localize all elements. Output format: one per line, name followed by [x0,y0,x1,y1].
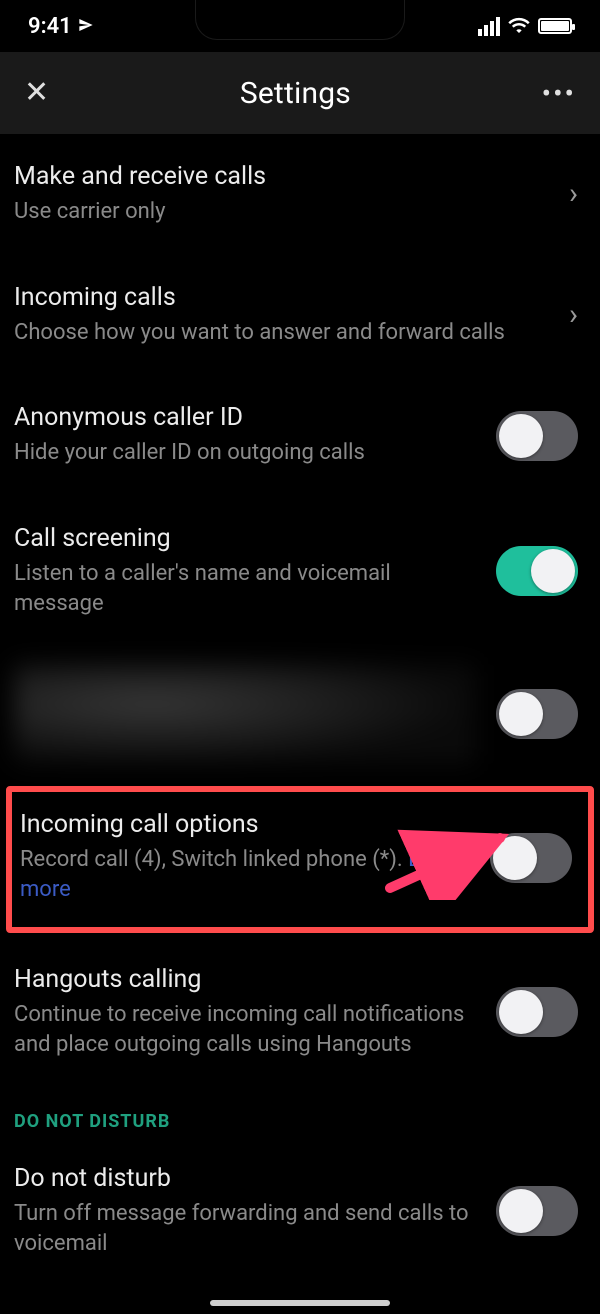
row-do-not-disturb[interactable]: Do not disturb Turn off message forwardi… [0,1136,600,1298]
battery-icon [538,18,572,34]
redacted-content [14,664,476,764]
notch [195,0,405,40]
row-subtitle: Choose how you want to answer and forwar… [14,318,549,348]
row-incoming-calls[interactable]: Incoming calls Choose how you want to an… [0,255,600,376]
row-hangouts-calling[interactable]: Hangouts calling Continue to receive inc… [0,937,600,1087]
signal-icon [478,17,500,36]
toggle-hangouts-calling[interactable] [496,987,578,1037]
chevron-right-icon: › [569,179,578,209]
highlight-box: Incoming call options Record call (4), S… [6,786,594,932]
section-header-dnd: DO NOT DISTURB [0,1087,600,1136]
row-anonymous-caller-id[interactable]: Anonymous caller ID Hide your caller ID … [0,375,600,496]
row-subtitle-text: Record call (4), Switch linked phone (*)… [20,847,408,872]
status-time: 9:41 [28,14,72,39]
chevron-right-icon: › [569,300,578,330]
page-title: Settings [240,76,351,111]
row-make-receive-calls[interactable]: Make and receive calls Use carrier only … [0,134,600,255]
row-subtitle: Listen to a caller's name and voicemail … [14,559,476,618]
location-icon [78,14,94,39]
row-title: Anonymous caller ID [14,403,476,432]
row-title: Incoming call options [20,810,470,839]
row-incoming-call-options[interactable]: Incoming call options Record call (4), S… [12,792,588,926]
row-title: Do not disturb [14,1164,476,1193]
toggle-do-not-disturb[interactable] [496,1186,578,1236]
header: ✕ Settings ••• [0,52,600,134]
settings-list: Make and receive calls Use carrier only … [0,134,600,1299]
row-subtitle: Turn off message forwarding and send cal… [14,1199,476,1258]
wifi-icon [508,14,530,39]
row-redacted [0,646,600,782]
row-call-screening[interactable]: Call screening Listen to a caller's name… [0,496,600,646]
row-title: Hangouts calling [14,965,476,994]
toggle-redacted[interactable] [496,689,578,739]
screen: 9:41 ✕ Settings ••• Make and receive cal… [0,0,600,1314]
toggle-call-screening[interactable] [496,546,578,596]
row-subtitle: Record call (4), Switch linked phone (*)… [20,845,470,904]
toggle-incoming-call-options[interactable] [490,833,572,883]
row-title: Incoming calls [14,283,549,312]
home-indicator [210,1300,390,1306]
more-icon[interactable]: ••• [542,77,576,110]
status-right [478,14,572,39]
row-subtitle: Hide your caller ID on outgoing calls [14,438,476,468]
status-left: 9:41 [28,14,94,39]
row-subtitle: Continue to receive incoming call notifi… [14,1000,476,1059]
row-title: Make and receive calls [14,162,549,191]
row-title: Call screening [14,524,476,553]
close-icon[interactable]: ✕ [24,78,49,108]
toggle-anonymous-caller-id[interactable] [496,411,578,461]
row-subtitle: Use carrier only [14,197,549,227]
